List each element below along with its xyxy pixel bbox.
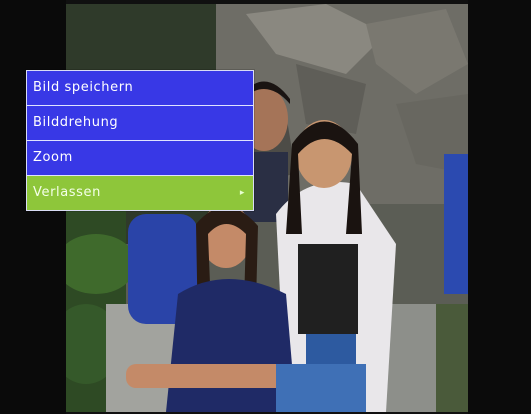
menu-item-save-picture[interactable]: Bild speichern [27, 71, 253, 106]
menu-item-label: Bilddrehung [33, 115, 119, 130]
menu-item-label: Bild speichern [33, 80, 134, 95]
menu-item-label: Zoom [33, 150, 73, 165]
right-letterbox [468, 0, 531, 414]
menu-item-rotate-picture[interactable]: Bilddrehung [27, 106, 253, 141]
chevron-right-icon: ▸ [239, 188, 245, 198]
context-menu: Bild speichern Bilddrehung Zoom Verlasse… [26, 70, 254, 211]
photo-frame-screen: Bild speichern Bilddrehung Zoom Verlasse… [0, 0, 531, 414]
menu-item-zoom[interactable]: Zoom [27, 141, 253, 176]
menu-item-exit[interactable]: Verlassen ▸ [27, 176, 253, 210]
menu-item-label: Verlassen [33, 185, 101, 200]
